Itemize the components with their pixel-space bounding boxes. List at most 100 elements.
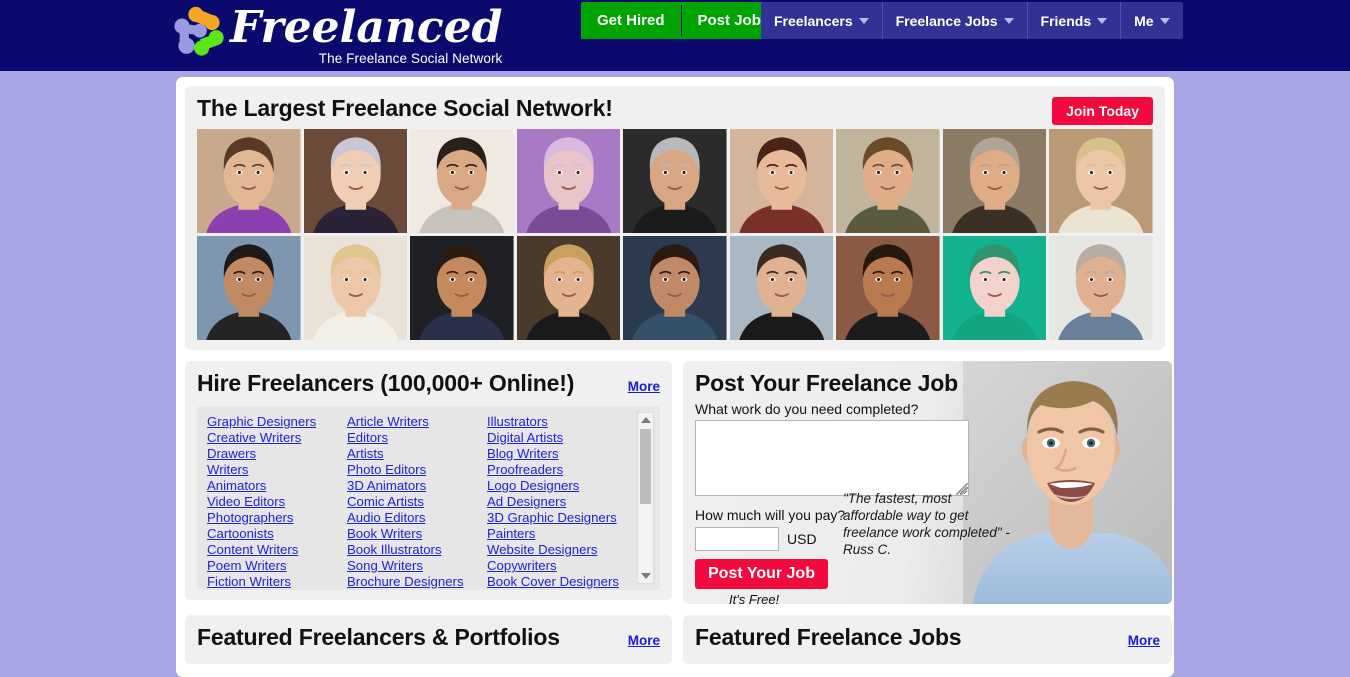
member-photo[interactable] (623, 236, 727, 340)
page-container: The Largest Freelance Social Network! Jo… (176, 77, 1174, 677)
work-description-label: What work do you need completed? (695, 401, 919, 417)
chevron-down-icon (1097, 17, 1108, 24)
category-link[interactable]: Video Editors (207, 494, 347, 510)
category-link[interactable]: Article Writers (347, 414, 487, 430)
page-title: The Largest Freelance Social Network! (197, 95, 613, 121)
post-your-job-button[interactable]: Post Your Job (695, 559, 828, 589)
member-photo[interactable] (197, 129, 301, 233)
category-link[interactable]: Fiction Writers (207, 574, 347, 590)
member-photo[interactable] (942, 236, 1047, 340)
category-link[interactable]: Book Illustrators (347, 542, 487, 558)
member-photo[interactable] (942, 129, 1047, 233)
category-link[interactable]: Creative Writers (207, 430, 347, 446)
category-link[interactable]: Book Writers (347, 526, 487, 542)
category-link[interactable]: Painters (487, 526, 627, 542)
category-link[interactable]: Animators (207, 478, 347, 494)
hire-header: Hire Freelancers (100,000+ Online!) More (197, 370, 660, 401)
member-photo[interactable] (410, 129, 514, 233)
nav-label-friends: Friends (1040, 12, 1092, 29)
featured-jobs-card: Featured Freelance Jobs More (683, 615, 1172, 664)
category-link[interactable]: Blog Writers (487, 446, 627, 462)
work-description-input[interactable] (695, 420, 969, 496)
pay-amount-input[interactable] (695, 527, 779, 551)
category-link[interactable]: Logo Designers (487, 478, 627, 494)
member-photo[interactable] (410, 236, 514, 340)
category-link[interactable]: Poem Writers (207, 558, 347, 574)
site-logo[interactable]: Freelanced The Freelance Social Network (168, 4, 502, 66)
hire-title: Hire Freelancers (100,000+ Online!) (197, 370, 575, 396)
chevron-down-icon (858, 17, 869, 24)
member-photo[interactable] (303, 236, 408, 340)
post-job-column: Post Your Freelance Job What work do you… (683, 361, 1172, 604)
category-link[interactable]: Ad Designers (487, 494, 627, 510)
featured-freelancers-card: Featured Freelancers & Portfolios More (185, 615, 672, 664)
brand-tagline: The Freelance Social Network (318, 51, 503, 66)
category-link[interactable]: Comic Artists (347, 494, 487, 510)
member-photo[interactable] (729, 236, 834, 340)
category-link[interactable]: Website Designers (487, 542, 627, 558)
scroll-up-arrow-icon[interactable] (640, 417, 651, 423)
featured-jobs-header: Featured Freelance Jobs More (695, 624, 1160, 655)
category-link[interactable]: 3D Graphic Designers (487, 510, 627, 526)
header-cta-group: Get Hired Post Job (581, 2, 777, 39)
hire-more-link[interactable]: More (628, 379, 660, 394)
category-link[interactable]: 3D Animators (347, 478, 487, 494)
nav-item-friends[interactable]: Friends (1028, 2, 1122, 39)
smiling-man-photo (963, 361, 1172, 604)
category-link[interactable]: Graphic Designers (207, 414, 347, 430)
member-photo[interactable] (303, 129, 408, 233)
category-link[interactable]: Song Writers (347, 558, 487, 574)
category-column-3: Illustrators Digital Artists Blog Writers P… (487, 414, 627, 589)
category-link[interactable]: Book Cover Designers (487, 574, 627, 590)
category-scrollbar[interactable] (637, 412, 654, 584)
member-photo[interactable] (1049, 236, 1153, 340)
nav-item-me[interactable]: Me (1121, 2, 1182, 39)
category-link[interactable]: Brochure Designers (347, 574, 487, 590)
scroll-down-arrow-icon[interactable] (640, 573, 651, 579)
member-photo[interactable] (1049, 129, 1153, 233)
hire-freelancers-column: Hire Freelancers (100,000+ Online!) More… (185, 361, 672, 604)
category-link[interactable]: Photographers (207, 510, 347, 526)
category-link[interactable]: Illustrators (487, 414, 627, 430)
hero-section: The Largest Freelance Social Network! Jo… (185, 86, 1165, 350)
member-photo[interactable] (729, 129, 834, 233)
join-today-button[interactable]: Join Today (1052, 97, 1153, 125)
chevron-down-icon (1003, 17, 1014, 24)
category-link[interactable]: Digital Artists (487, 430, 627, 446)
site-header: Freelanced The Freelance Social Network … (0, 0, 1350, 71)
post-job-title: Post Your Freelance Job (695, 370, 958, 396)
member-photo[interactable] (623, 129, 727, 233)
category-link[interactable]: Writers (207, 462, 347, 478)
member-photo[interactable] (516, 129, 621, 233)
category-link[interactable]: Drawers (207, 446, 347, 462)
category-link[interactable]: Artists (347, 446, 487, 462)
category-link[interactable]: Copywriters (487, 558, 627, 574)
currency-label: USD (787, 531, 817, 547)
scrollbar-thumb[interactable] (640, 429, 651, 504)
category-link[interactable]: Proofreaders (487, 462, 627, 478)
nav-item-freelancers[interactable]: Freelancers (761, 2, 883, 39)
member-photo[interactable] (197, 236, 301, 340)
brand-name: Freelanced (230, 2, 503, 53)
nav-label-freelancers: Freelancers (774, 12, 853, 29)
nav-label-freelance-jobs: Freelance Jobs (895, 12, 998, 29)
category-link[interactable]: Audio Editors (347, 510, 487, 526)
member-photo[interactable] (836, 236, 940, 340)
category-link[interactable]: Content Writers (207, 542, 347, 558)
chevron-down-icon (1159, 17, 1170, 24)
member-photo[interactable] (516, 236, 621, 340)
category-links-box: Graphic Designers Creative Writers Drawers… (197, 406, 660, 590)
nav-item-freelance-jobs[interactable]: Freelance Jobs (883, 2, 1028, 39)
category-link[interactable]: Editors (347, 430, 487, 446)
get-hired-button[interactable]: Get Hired (581, 2, 681, 39)
category-link[interactable]: Cartoonists (207, 526, 347, 542)
featured-jobs-title: Featured Freelance Jobs (695, 624, 962, 650)
hire-freelancers-card: Hire Freelancers (100,000+ Online!) More… (185, 361, 672, 600)
category-column-2: Article Writers Editors Artists Photo Edito… (347, 414, 487, 589)
member-photo-grid (197, 129, 1153, 340)
member-photo[interactable] (836, 129, 940, 233)
main-navigation: Freelancers Freelance Jobs Friends Me (761, 2, 1183, 39)
nav-label-me: Me (1134, 12, 1154, 29)
category-link[interactable]: Photo Editors (347, 462, 487, 478)
featured-freelancers-header: Featured Freelancers & Portfolios More (197, 624, 660, 655)
